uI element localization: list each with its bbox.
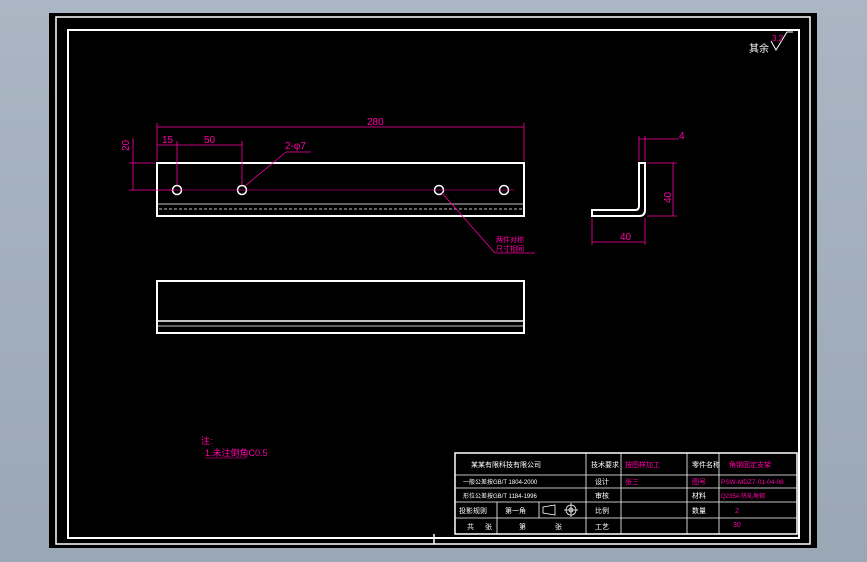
tb-r2-value2: PSW-MDZ7-01-04-08 <box>721 479 784 486</box>
tb-r5-label1: 工艺 <box>595 523 609 531</box>
dim-hole-callout: 2-φ7 <box>285 141 306 152</box>
tb-r4-value2: 2 <box>735 508 739 515</box>
front-view-outline <box>156 162 525 217</box>
tb-view-value: 第一角 <box>505 506 526 515</box>
tb-r4-label2: 数量 <box>692 506 706 515</box>
angle-section <box>591 162 646 217</box>
front-view-dimensions <box>129 123 535 254</box>
tb-r3-label1: 审核 <box>595 491 609 500</box>
first-angle-projection-icon <box>542 503 578 517</box>
tb-standard2: 形位公差按GB/T 1184-1996 <box>463 492 537 500</box>
tb-r1-label1: 技术要求 <box>591 460 619 469</box>
surface-finish-value: 3.2 <box>772 34 784 43</box>
dim-first-hole: 15 <box>162 135 174 146</box>
dim-leg-width: 40 <box>620 232 632 243</box>
side-view-dimensions <box>591 136 679 245</box>
tb-sheet-label: 共 <box>467 522 474 531</box>
title-block: 某某有限科技有限公司 技术要求 按图样加工 零件名称 角钢固定支架 一般公差按G… <box>454 452 798 535</box>
tb-sheet-page: 第 <box>519 522 526 531</box>
tb-standard: 一般公差按GB/T 1804-2000 <box>463 478 538 486</box>
tb-company: 某某有限科技有限公司 <box>471 460 541 469</box>
leader-note-1: 两件对称 <box>496 235 524 244</box>
tb-r1-label2: 零件名称 <box>692 460 720 469</box>
top-view <box>156 280 525 334</box>
dim-overall-length: 280 <box>367 117 384 128</box>
inner-border <box>67 29 800 539</box>
surface-finish-symbol: 其余 3.2 <box>749 31 793 55</box>
tb-r2-label1: 设计 <box>595 477 609 486</box>
top-view-outline <box>156 280 525 334</box>
tb-r2-label2: 图号 <box>692 478 706 486</box>
notes-title: 注: <box>201 435 213 446</box>
tb-r3-value2: Q235A 热轧角钢 <box>721 492 765 500</box>
tb-r2-value1: 张三 <box>625 477 639 486</box>
dim-thickness: 4 <box>679 131 685 142</box>
tb-r1-value2: 角钢固定支架 <box>729 460 771 469</box>
cad-drawing: 其余 3.2 280 15 50 2-φ7 20 两件对称 尺寸相同 4 40 … <box>55 16 811 545</box>
tb-r1-value1: 按图样加工 <box>625 460 660 469</box>
tb-r5-value2: 30 <box>733 522 741 529</box>
dim-hole-height: 20 <box>121 139 132 151</box>
dim-hole-pitch: 50 <box>204 135 216 146</box>
leader-note-2: 尺寸相同 <box>496 244 524 253</box>
drawing-sheet: 其余 3.2 280 15 50 2-φ7 20 两件对称 尺寸相同 4 40 … <box>49 13 817 548</box>
tb-r4-label1: 比例 <box>595 506 609 515</box>
tb-r3-label2: 材料 <box>692 491 706 500</box>
surface-finish-label: 其余 <box>749 42 769 55</box>
side-view <box>591 162 646 217</box>
tb-view-label: 投影规则 <box>459 506 487 515</box>
tb-sheet-end: 张 <box>555 522 562 531</box>
tb-sheet-mid: 张 <box>485 522 492 531</box>
notes-line-1: 1.未注倒角C0.5 <box>205 447 268 458</box>
front-view <box>156 162 525 217</box>
dim-leg-height: 40 <box>663 191 674 203</box>
